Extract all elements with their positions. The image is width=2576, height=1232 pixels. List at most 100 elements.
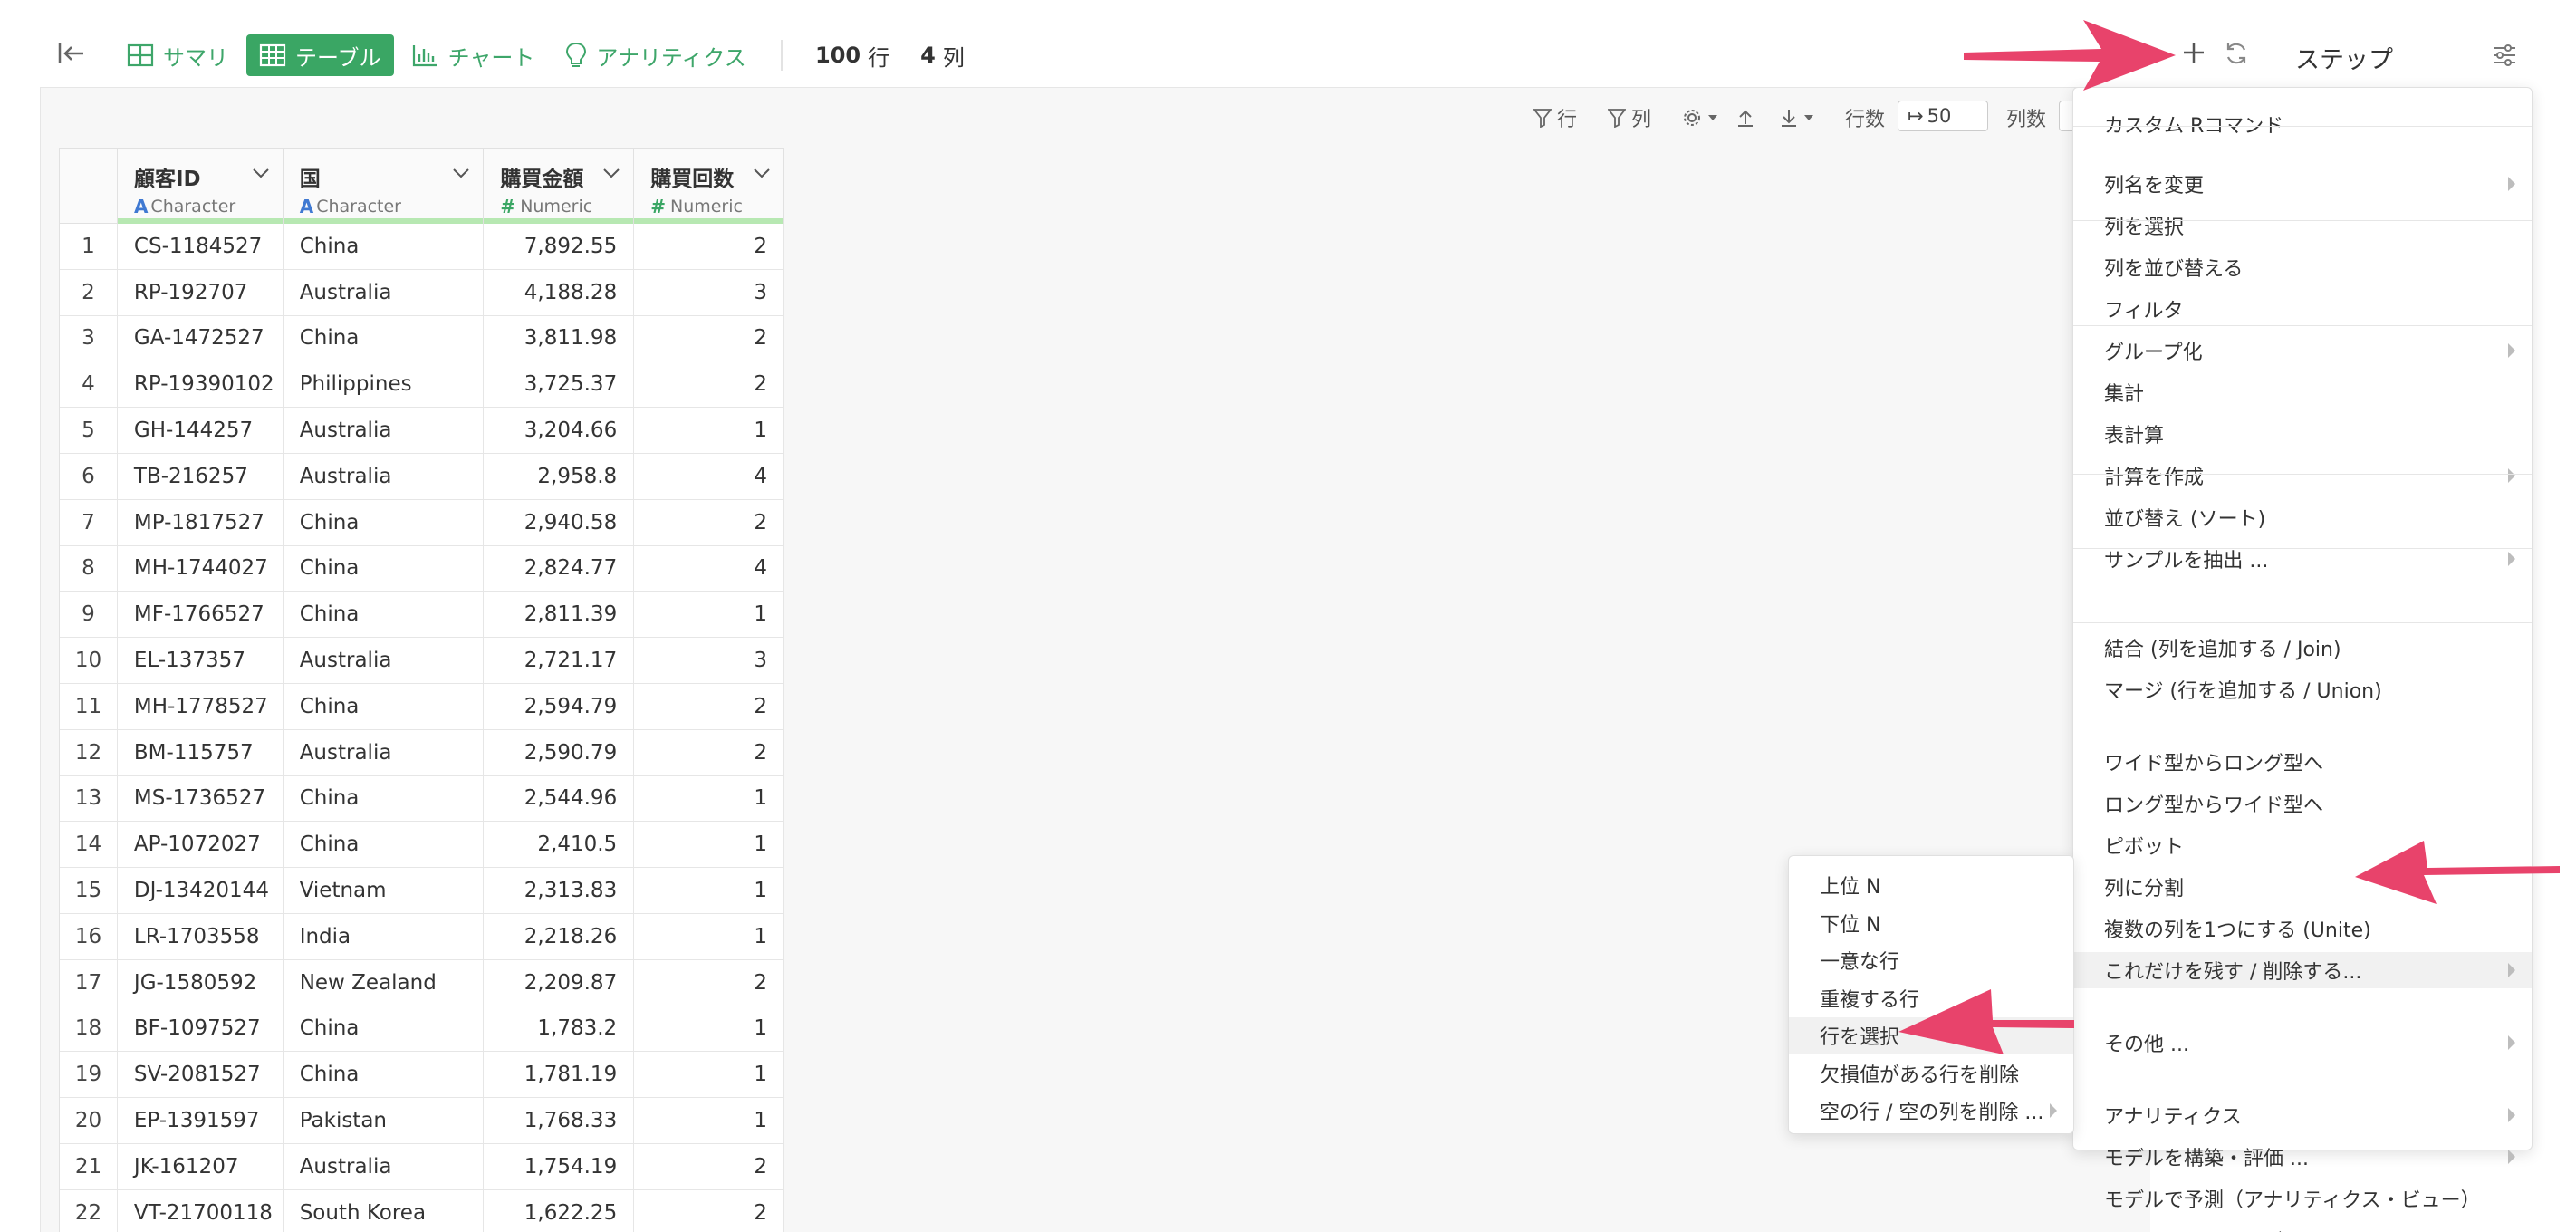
download-button[interactable]	[1780, 102, 1820, 133]
table-row[interactable]: 6 TB-216257 Australia 2,958.8 4	[60, 453, 784, 500]
menu-item[interactable]: 列に分割	[2073, 869, 2532, 905]
menu-item[interactable]: 列を選択	[2073, 207, 2532, 244]
menu-item[interactable]: モデルで予測（アナリティクス・ビュー）	[2073, 1180, 2532, 1217]
menu-item[interactable]: 計算を作成	[2073, 457, 2532, 494]
menu-item[interactable]: 表計算	[2073, 416, 2532, 452]
table-row[interactable]: 9 MF-1766527 China 2,811.39 1	[60, 592, 784, 639]
menu-item[interactable]: グループ化	[2073, 332, 2532, 369]
table-row[interactable]: 11 MH-1778527 China 2,594.79 2	[60, 683, 784, 730]
cell-country: China	[284, 224, 485, 269]
table-row[interactable]: 7 MP-1817527 China 2,940.58 2	[60, 499, 784, 546]
menu-item[interactable]: 結合 (列を追加する / Join)	[2073, 630, 2532, 666]
submenu-item[interactable]: 上位 N	[1789, 867, 2073, 903]
row-index: 4	[60, 361, 118, 408]
cell-country: China	[284, 545, 485, 592]
table-row[interactable]: 5 GH-144257 Australia 3,204.66 1	[60, 408, 784, 454]
export-button[interactable]	[1736, 102, 1760, 133]
cell-customer-id: MH-1778527	[118, 683, 284, 729]
tab-table-label: テーブル	[295, 44, 381, 71]
submenu-item[interactable]: 行を選択	[1789, 1017, 2073, 1054]
col-filter-button[interactable]: 列	[1608, 102, 1651, 133]
table-row[interactable]: 12 BM-115757 Australia 2,590.79 2	[60, 729, 784, 776]
submenu-item[interactable]: 一意な行	[1789, 942, 2073, 978]
cell-amount: 2,958.8	[484, 453, 635, 499]
menu-item[interactable]: アナリティクス	[2073, 1097, 2532, 1133]
submenu-arrow-icon	[2508, 1035, 2515, 1050]
table-row[interactable]: 22 VT-21700118 South Korea 1,622.25 2	[60, 1189, 784, 1232]
cell-count: 1	[634, 822, 784, 868]
table-row[interactable]: 2 RP-192707 Australia 4,188.28 3	[60, 269, 784, 316]
menu-item[interactable]: フィルタ	[2073, 291, 2532, 327]
row-filter-button[interactable]: 行	[1533, 102, 1577, 133]
index-header	[60, 149, 118, 223]
menu-item[interactable]: マージ (行を追加する / Union)	[2073, 671, 2532, 707]
table-row[interactable]: 20 EP-1391597 Pakistan 1,768.33 1	[60, 1098, 784, 1144]
column-header[interactable]: 国 A Character	[283, 149, 485, 224]
menu-item-label: 複数の列を1つにする (Unite)	[2104, 919, 2371, 942]
chevron-down-icon[interactable]	[602, 167, 620, 179]
refresh-button[interactable]	[2221, 38, 2252, 69]
menu-item-label: テキストマイニング ...	[2104, 1226, 2308, 1232]
menu-item[interactable]: ロング型からワイド型へ	[2073, 785, 2532, 822]
menu-item[interactable]: ワイド型からロング型へ	[2073, 744, 2532, 780]
table-row[interactable]: 8 MH-1744027 China 2,824.77 4	[60, 545, 784, 592]
table-row[interactable]: 14 AP-1072027 China 2,410.5 1	[60, 822, 784, 869]
submenu-item[interactable]: 空の行 / 空の列を削除 ...	[1789, 1092, 2073, 1129]
cell-amount: 3,811.98	[484, 315, 635, 361]
menu-item-label: モデルで予測（アナリティクス・ビュー）	[2104, 1189, 2481, 1212]
quality-bar	[283, 218, 484, 224]
rows-input-icon: ↦	[1908, 105, 1924, 127]
row-index: 13	[60, 775, 118, 822]
submenu-item[interactable]: 下位 N	[1789, 905, 2073, 941]
table-row[interactable]: 13 MS-1736527 China 2,544.96 1	[60, 775, 784, 823]
menu-item[interactable]: これだけを残す / 削除する...	[2073, 952, 2532, 988]
column-header[interactable]: 顧客ID A Character	[117, 149, 284, 224]
table-row[interactable]: 19 SV-2081527 China 1,781.19 1	[60, 1052, 784, 1099]
row-index: 9	[60, 592, 118, 638]
submenu-item[interactable]: 重複する行	[1789, 980, 2073, 1016]
menu-item[interactable]: モデルを構築・評価 ...	[2073, 1139, 2532, 1175]
table-row[interactable]: 1 CS-1184527 China 7,892.55 2	[60, 224, 784, 270]
menu-item[interactable]: 並び替え (ソート)	[2073, 499, 2532, 535]
chevron-down-icon[interactable]	[452, 167, 470, 179]
column-header[interactable]: 購買回数 # Numeric	[634, 149, 785, 224]
column-header[interactable]: 購買金額 # Numeric	[484, 149, 635, 224]
menu-item[interactable]: サンプルを抽出 ...	[2073, 541, 2532, 577]
cell-customer-id: AP-1072027	[118, 822, 284, 868]
cell-customer-id: MF-1766527	[118, 592, 284, 638]
cell-count: 2	[634, 361, 784, 408]
cell-country: India	[284, 913, 485, 959]
cell-amount: 2,544.96	[484, 775, 635, 822]
menu-item[interactable]: カスタム Rコマンド	[2073, 106, 2532, 142]
table-row[interactable]: 10 EL-137357 Australia 2,721.17 3	[60, 638, 784, 684]
row-index: 1	[60, 224, 118, 269]
menu-item-label: これだけを残す / 削除する...	[2104, 961, 2362, 984]
tab-summary[interactable]: サマリ	[114, 34, 241, 76]
chevron-down-icon[interactable]	[252, 167, 270, 179]
collapse-sidebar-icon[interactable]	[56, 38, 87, 69]
tab-table[interactable]: テーブル	[246, 34, 394, 76]
table-row[interactable]: 17 JG-1580592 New Zealand 2,209.87 2	[60, 959, 784, 1006]
chevron-down-icon[interactable]	[753, 167, 771, 179]
table-row[interactable]: 15 DJ-13420144 Vietnam 2,313.83 1	[60, 868, 784, 914]
table-row[interactable]: 16 LR-1703558 India 2,218.26 1	[60, 913, 784, 960]
row-index: 14	[60, 822, 118, 868]
table-row[interactable]: 4 RP-19390102 Philippines 3,725.37 2	[60, 361, 784, 409]
table-settings-button[interactable]	[1682, 102, 1724, 133]
rows-per-page-input[interactable]: ↦ 50	[1898, 101, 1988, 131]
table-row[interactable]: 21 JK-161207 Australia 1,754.19 2	[60, 1143, 784, 1190]
add-step-button[interactable]	[2177, 36, 2210, 69]
menu-item[interactable]: 複数の列を1つにする (Unite)	[2073, 910, 2532, 947]
tab-chart[interactable]: チャート	[399, 34, 548, 76]
menu-item[interactable]: テキストマイニング ...	[2073, 1222, 2532, 1232]
table-row[interactable]: 18 BF-1097527 China 1,783.2 1	[60, 1006, 784, 1053]
tab-analytics[interactable]: アナリティクス	[553, 34, 758, 76]
table-row[interactable]: 3 GA-1472527 China 3,811.98 2	[60, 315, 784, 362]
menu-item[interactable]: その他 ...	[2073, 1025, 2532, 1061]
menu-item[interactable]: 列を並び替える	[2073, 249, 2532, 285]
menu-item[interactable]: ピボット	[2073, 827, 2532, 863]
menu-item[interactable]: 列名を変更	[2073, 166, 2532, 202]
menu-item[interactable]: 集計	[2073, 374, 2532, 410]
step-settings-button[interactable]	[2489, 40, 2520, 71]
submenu-item[interactable]: 欠損値がある行を削除	[1789, 1055, 2073, 1092]
